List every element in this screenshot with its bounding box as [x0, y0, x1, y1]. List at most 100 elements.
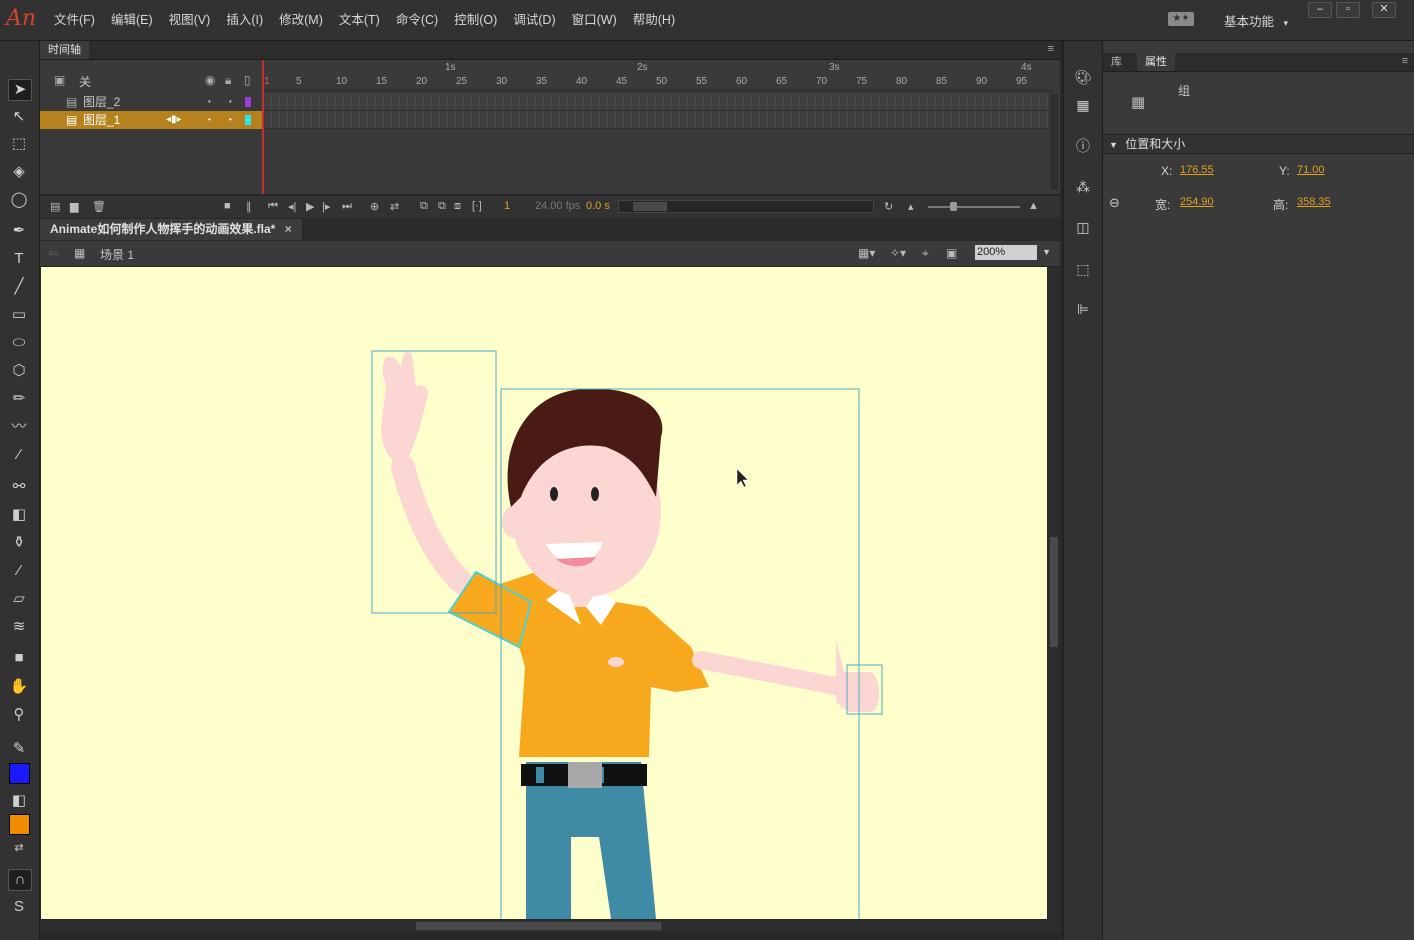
- library-icon[interactable]: ◫: [1073, 217, 1093, 237]
- show-all-layers-icon[interactable]: ▣: [54, 73, 65, 87]
- ink-bottle-tool-icon[interactable]: ⚱: [8, 533, 30, 553]
- menu-commands[interactable]: 命令(C): [388, 12, 446, 28]
- onion-outline-icon[interactable]: ⧉: [438, 200, 446, 213]
- clip-content-icon[interactable]: ▣: [946, 246, 957, 260]
- info-icon[interactable]: ⓘ: [1073, 136, 1093, 156]
- layer-row-active[interactable]: ▤ 图层_1 ◂▮▸ • •: [40, 111, 262, 129]
- stroke-color-swatch[interactable]: [9, 763, 30, 784]
- stage-canvas[interactable]: [41, 267, 1047, 919]
- refresh-icon[interactable]: ↻: [884, 200, 893, 213]
- transform-icon[interactable]: ⬚: [1073, 259, 1093, 279]
- menu-debug[interactable]: 调试(D): [505, 12, 563, 28]
- line-tool-icon[interactable]: ╱: [8, 277, 30, 297]
- trash-icon[interactable]: 🗑︎: [92, 200, 106, 213]
- swap-colors-icon[interactable]: ⇄: [8, 838, 30, 858]
- y-value[interactable]: 71.00: [1297, 164, 1325, 176]
- maximize-button[interactable]: ▫: [1336, 2, 1360, 18]
- scroll-thumb[interactable]: [633, 202, 667, 211]
- polystar-tool-icon[interactable]: ⬡: [8, 361, 30, 381]
- camera-tool-icon[interactable]: ■: [8, 648, 30, 668]
- eyedropper-tool-icon[interactable]: ⁄: [8, 561, 30, 581]
- brush-tool-icon[interactable]: ⁄: [8, 445, 30, 465]
- subselection-tool-icon[interactable]: ↖: [8, 107, 30, 127]
- fill-color-swatch[interactable]: [9, 814, 30, 835]
- outline-icon[interactable]: ▯: [244, 73, 251, 87]
- tab-timeline[interactable]: 时间轴: [40, 41, 89, 59]
- tab-library[interactable]: 库: [1103, 53, 1130, 71]
- stage-vscroll[interactable]: [1048, 267, 1060, 919]
- modify-markers-icon[interactable]: [·]: [472, 200, 482, 212]
- bone-tool-icon[interactable]: ⚯: [8, 477, 30, 497]
- workspace-switcher[interactable]: 基本功能 ▾: [1224, 11, 1288, 30]
- elapsed-time[interactable]: 0.0 s: [586, 200, 610, 212]
- selection-tool-icon[interactable]: ➤: [8, 79, 32, 101]
- edit-scene-icon[interactable]: ▦▾: [858, 246, 875, 260]
- new-layer-icon[interactable]: ▤: [50, 200, 60, 213]
- layer-color-swatch[interactable]: [245, 97, 251, 107]
- current-frame[interactable]: 1: [504, 200, 510, 212]
- timeline-vscroll[interactable]: [1050, 94, 1058, 190]
- stage-hscroll[interactable]: [41, 920, 1060, 932]
- menu-insert[interactable]: 插入(I): [218, 12, 271, 28]
- width-tool-icon[interactable]: ≋: [8, 617, 30, 637]
- zoom-tool-icon[interactable]: ⚲: [8, 705, 30, 725]
- menu-file[interactable]: 文件(F): [46, 12, 103, 28]
- scroll-thumb[interactable]: [416, 922, 661, 930]
- center-stage-icon[interactable]: ⌖: [922, 246, 929, 261]
- last-frame-icon[interactable]: ⏭: [342, 200, 352, 213]
- character-artwork[interactable]: [41, 267, 1047, 919]
- layer-color-swatch[interactable]: [245, 115, 251, 125]
- x-value[interactable]: 176.55: [1180, 164, 1214, 176]
- eye-icon[interactable]: ◉: [205, 73, 215, 87]
- position-size-section[interactable]: ▼ 位置和大小: [1103, 134, 1414, 154]
- playhead[interactable]: [262, 60, 264, 194]
- frame-grid[interactable]: 1 5 10 15 20 25 30 35 40 45 50 55 60 65 70 75 80 85 90 95 1s…: [263, 60, 1053, 194]
- color-palette-icon[interactable]: 🎨︎: [1073, 67, 1093, 87]
- new-folder-icon[interactable]: ▆: [70, 200, 78, 213]
- panel-menu-icon[interactable]: ≡: [1402, 55, 1408, 67]
- tab-properties[interactable]: 属性: [1137, 53, 1175, 71]
- back-arrow-icon[interactable]: ⇦: [48, 246, 58, 260]
- 3d-rotation-tool-icon[interactable]: ◈: [8, 162, 30, 182]
- edit-multiple-icon[interactable]: ⧈: [454, 200, 461, 213]
- smooth-icon[interactable]: S: [8, 897, 30, 917]
- timeline-ruler[interactable]: 1 5 10 15 20 25 30 35 40 45 50 55 60 65 70 75 80 85 90 95 1s…: [263, 60, 1053, 91]
- menu-help[interactable]: 帮助(H): [625, 12, 683, 28]
- loop-icon[interactable]: ⇄: [390, 200, 399, 213]
- paint-brush-tool-icon[interactable]: 〰: [8, 417, 30, 437]
- menu-view[interactable]: 视图(V): [161, 12, 219, 28]
- align-icon[interactable]: ⊫: [1073, 299, 1093, 319]
- visibility-dot[interactable]: •: [208, 111, 211, 129]
- hand-tool-icon[interactable]: ✋: [8, 677, 30, 697]
- scroll-thumb[interactable]: [1050, 537, 1058, 647]
- pencil-tool-icon[interactable]: ✏: [8, 389, 30, 409]
- camera-icon[interactable]: ■: [224, 200, 231, 212]
- oval-tool-icon[interactable]: ⬭: [8, 333, 30, 353]
- close-tab-icon[interactable]: ×: [285, 222, 292, 236]
- link-constrain-icon[interactable]: ⊖: [1109, 195, 1120, 211]
- play-icon[interactable]: ▶: [306, 200, 314, 213]
- minimize-button[interactable]: ‒: [1308, 2, 1332, 18]
- frame-size-slider[interactable]: [928, 202, 1020, 211]
- pen-tool-icon[interactable]: ✒: [8, 221, 30, 241]
- menu-modify[interactable]: 修改(M): [271, 12, 331, 28]
- first-frame-icon[interactable]: ⏮: [268, 200, 278, 213]
- panel-menu-icon[interactable]: ≡: [1048, 43, 1054, 55]
- frame-row[interactable]: [263, 93, 1048, 111]
- swatches-icon[interactable]: ▦: [1073, 95, 1093, 115]
- menu-control[interactable]: 控制(O): [446, 12, 505, 28]
- eraser-tool-icon[interactable]: ▱: [8, 589, 30, 609]
- mountain-large-icon[interactable]: ▲: [1028, 200, 1039, 212]
- timeline-hscroll[interactable]: [618, 200, 874, 213]
- lock-icon[interactable]: 🔒︎: [225, 73, 231, 88]
- layer-row[interactable]: ▤ 图层_2 • •: [40, 93, 262, 111]
- center-frame-icon[interactable]: ⊕: [370, 200, 379, 213]
- slider-handle[interactable]: [950, 202, 957, 211]
- height-value[interactable]: 358.35: [1297, 196, 1331, 208]
- scene-name[interactable]: 场景 1: [100, 246, 134, 263]
- motion-presets-icon[interactable]: ⁂: [1073, 177, 1093, 197]
- text-tool-icon[interactable]: T: [8, 249, 30, 269]
- paint-bucket-tool-icon[interactable]: ◧: [8, 505, 30, 525]
- menu-edit[interactable]: 编辑(E): [103, 12, 161, 28]
- zoom-select[interactable]: 200% ▼: [975, 245, 1051, 260]
